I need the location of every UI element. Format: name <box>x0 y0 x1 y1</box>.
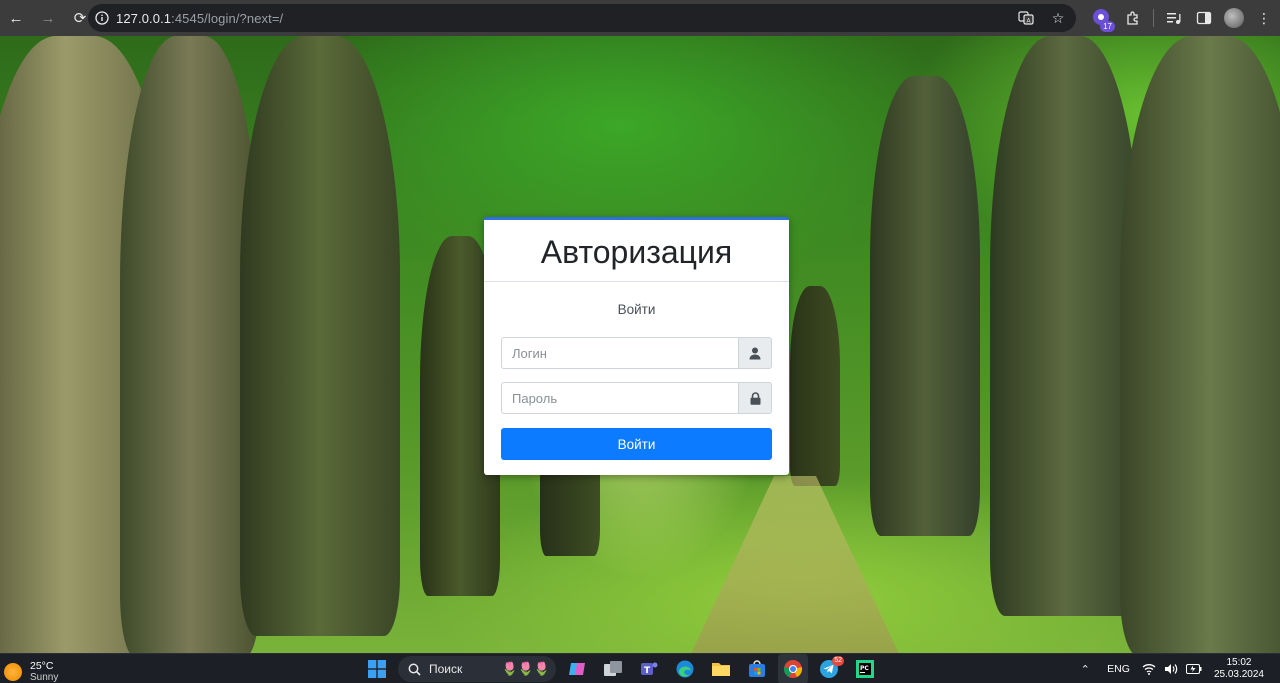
translate-icon[interactable]: A <box>1016 8 1036 28</box>
tree-trunk <box>870 76 980 536</box>
weather-widget[interactable]: 25°C Sunny <box>4 660 58 683</box>
taskbar-search[interactable]: Поиск 🌷🌷🌷 <box>398 656 556 682</box>
password-input[interactable] <box>501 382 738 414</box>
battery-icon[interactable] <box>1185 664 1202 674</box>
store-icon[interactable] <box>742 654 772 683</box>
dirt-path <box>690 476 900 653</box>
language-indicator[interactable]: ENG <box>1107 663 1130 675</box>
tree-trunk <box>790 286 840 486</box>
password-field <box>501 382 772 414</box>
login-subtitle: Войти <box>617 302 656 317</box>
extension-icon[interactable]: 17 <box>1091 7 1115 32</box>
weather-temperature: 25°C <box>30 660 54 672</box>
svg-text:PC: PC <box>860 665 869 672</box>
search-label: Поиск <box>429 662 463 676</box>
volume-icon[interactable] <box>1164 663 1178 675</box>
clock[interactable]: 15:02 25.03.2024 <box>1214 657 1264 681</box>
windows-start-icon[interactable] <box>362 654 392 683</box>
tree-trunk <box>240 36 400 636</box>
tree-trunk <box>990 36 1140 616</box>
back-button[interactable]: ← <box>0 0 32 36</box>
url-text[interactable]: 127.0.0.1:4545/login/?next=/ <box>116 11 283 26</box>
login-submit-button[interactable]: Войти <box>501 428 772 460</box>
forward-button[interactable]: → <box>32 0 64 36</box>
telegram-icon[interactable]: 52 <box>814 654 844 683</box>
arrow-left-icon: ← <box>8 9 24 27</box>
clock-time: 15:02 <box>1226 657 1252 668</box>
extension-badge: 17 <box>1100 21 1115 32</box>
menu-dots-icon[interactable]: ⋮ <box>1254 8 1274 28</box>
username-field <box>501 337 772 369</box>
reload-icon: ⟳ <box>73 10 87 27</box>
url-path: :4545/login/?next=/ <box>171 10 284 26</box>
search-icon <box>408 663 421 676</box>
arrow-right-icon: → <box>40 9 56 27</box>
site-info-icon[interactable] <box>88 4 116 32</box>
card-divider <box>484 281 789 282</box>
wifi-icon[interactable] <box>1142 663 1156 675</box>
browser-toolbar: ← → ⟳ 127.0.0.1:4545/login/?next=/ A ☆ 1… <box>0 0 1280 36</box>
user-icon <box>738 337 772 369</box>
extensions-puzzle-icon[interactable] <box>1123 8 1143 28</box>
username-input[interactable] <box>501 337 738 369</box>
edge-icon[interactable] <box>670 654 700 683</box>
url-host: 127.0.0.1 <box>116 10 172 26</box>
clock-date: 25.03.2024 <box>1213 669 1264 680</box>
page-title: Авторизация <box>540 234 733 270</box>
task-view-icon[interactable] <box>598 654 628 683</box>
tulips-icon: 🌷🌷🌷 <box>501 661 550 676</box>
media-control-icon[interactable] <box>1164 8 1184 28</box>
tree-trunk <box>120 36 260 653</box>
copilot-icon[interactable] <box>562 654 592 683</box>
tree-trunk <box>1120 36 1280 653</box>
teams-icon[interactable]: T <box>634 654 664 683</box>
toolbar-separator <box>1153 9 1154 27</box>
sun-icon <box>4 663 22 681</box>
file-explorer-icon[interactable] <box>706 654 736 683</box>
profile-avatar[interactable] <box>1224 8 1244 28</box>
taskbar: 25°C Sunny Поиск 🌷🌷🌷 T 52 PC ⌃ ENG 15:02… <box>0 653 1280 683</box>
pycharm-icon[interactable]: PC <box>850 654 880 683</box>
bookmark-star-icon[interactable]: ☆ <box>1048 8 1068 28</box>
chrome-icon[interactable] <box>778 654 808 683</box>
chevron-up-icon[interactable]: ⌃ <box>1075 659 1095 679</box>
address-bar[interactable]: 127.0.0.1:4545/login/?next=/ A ☆ <box>88 4 1076 32</box>
lock-icon <box>738 382 772 414</box>
telegram-badge: 52 <box>832 656 844 666</box>
side-panel-icon[interactable] <box>1194 8 1214 28</box>
weather-description: Sunny <box>30 672 59 683</box>
login-card: Авторизация Войти Войти <box>484 217 789 475</box>
svg-text:T: T <box>644 666 651 676</box>
